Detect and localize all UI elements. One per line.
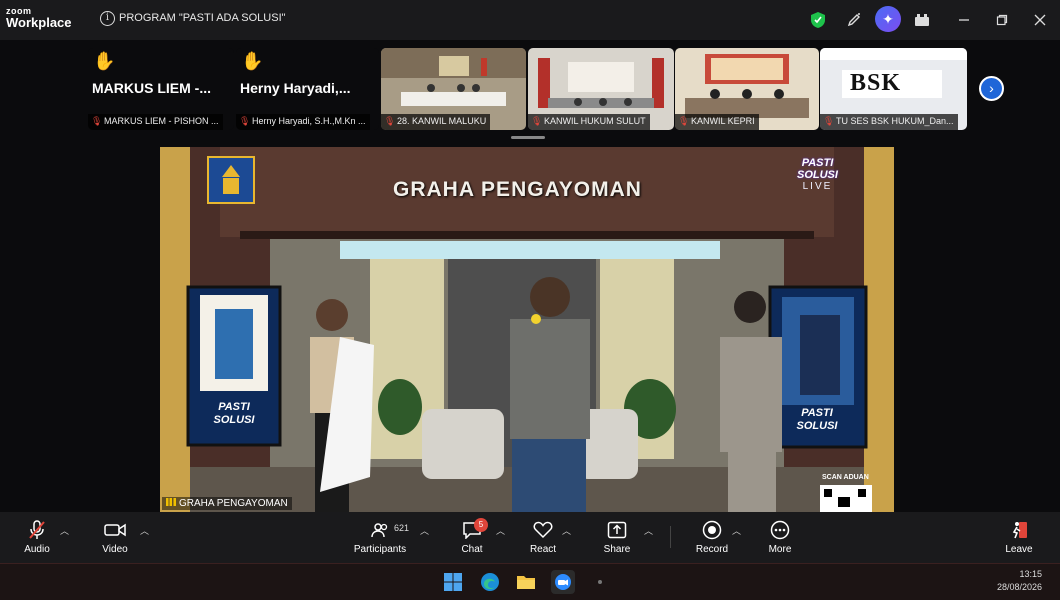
left-panel-line1: PASTI	[218, 401, 250, 413]
edge-browser-icon[interactable]	[478, 570, 502, 594]
show-logo: PASTI SOLUSI LIVE	[797, 157, 838, 193]
raised-hand-icon: ✋	[241, 51, 264, 71]
show-logo-line2: SOLUSI	[797, 169, 838, 181]
participant-name: Herny Haryadi,...	[240, 80, 351, 96]
participant-video-tile[interactable]: 🎙 KANWIL KEPRI	[675, 48, 819, 130]
video-options-caret[interactable]: ︿	[140, 524, 149, 537]
main-video[interactable]: GRAHA PENGAYOMAN PASTI SOLUSI LIVE PASTI…	[160, 147, 894, 512]
participants-count: 621	[394, 523, 410, 533]
show-logo-line3: LIVE	[802, 181, 833, 192]
toolbar-divider	[670, 526, 671, 548]
speaker-label: GRAHA PENGAYOMAN	[162, 497, 292, 510]
apps-icon[interactable]	[910, 8, 934, 32]
participant-name: MARKUS LIEM -...	[92, 80, 211, 96]
audio-label: Audio	[24, 544, 50, 555]
show-logo-line1: PASTI	[801, 157, 834, 169]
participant-video-tile[interactable]: BSK 🎙 TU SES BSK HUKUM_Dan...	[820, 48, 967, 130]
participant-video-tile[interactable]: 🎙 KANWIL HUKUM SULUT	[528, 48, 674, 130]
participants-label: Participants	[353, 544, 407, 555]
clock-time: 13:15	[1019, 569, 1042, 579]
info-icon[interactable]: i	[100, 11, 115, 26]
title-bar: zoom Workplace i PROGRAM "PASTI ADA SOLU…	[0, 0, 1060, 40]
minimize-icon[interactable]	[952, 8, 976, 32]
leave-button[interactable]: Leave	[984, 519, 1054, 555]
pen-icon[interactable]	[842, 8, 866, 32]
ai-companion-icon[interactable]: ✦	[875, 6, 901, 32]
react-label: React	[529, 544, 557, 555]
close-icon[interactable]	[1028, 8, 1052, 32]
meeting-title: PROGRAM "PASTI ADA SOLUSI"	[119, 12, 286, 24]
zoom-app-window: zoom Workplace i PROGRAM "PASTI ADA SOLU…	[0, 0, 1060, 563]
participant-video-tile[interactable]: 🎙 28. KANWIL MALUKU	[381, 48, 526, 130]
app-logo: zoom Workplace	[6, 7, 72, 30]
audio-options-caret[interactable]: ︿	[60, 524, 69, 537]
more-button[interactable]: More	[745, 519, 815, 555]
left-panel-line2: SOLUSI	[213, 414, 255, 426]
taskbar-app-icon[interactable]	[588, 570, 612, 594]
bsk-logo: BSK	[850, 70, 902, 96]
participant-tile[interactable]: ✋ MARKUS LIEM -... 🎙 MARKUS LIEM - PISHON…	[88, 48, 234, 130]
os-taskbar: 13:15 28/08/2026	[0, 563, 1060, 600]
leave-label: Leave	[1005, 544, 1033, 555]
meeting-toolbar: Audio ︿ Video ︿ Participants 621 ︿ Chat …	[0, 512, 1060, 563]
maximize-icon[interactable]	[990, 8, 1014, 32]
zoom-app-icon[interactable]	[551, 570, 575, 594]
strip-resize-handle[interactable]	[511, 136, 545, 139]
record-options-caret[interactable]: ︿	[732, 524, 741, 537]
video-label: Video	[102, 544, 128, 555]
share-options-caret[interactable]: ︿	[644, 524, 653, 537]
participant-label: 🎙 Herny Haryadi, S.H.,M.Kn ...	[236, 114, 370, 130]
windows-start-icon[interactable]	[441, 570, 465, 594]
right-panel-line2: SOLUSI	[796, 420, 838, 432]
right-panel-logo: PASTI SOLUSI	[784, 407, 850, 433]
chat-unread-badge: 5	[474, 518, 488, 532]
participant-label: 🎙 MARKUS LIEM - PISHON ...	[88, 114, 223, 130]
participant-label: 🎙 TU SES BSK HUKUM_Dan...	[820, 114, 958, 130]
stage-banner: GRAHA PENGAYOMAN	[393, 178, 642, 201]
share-screen-icon	[582, 519, 652, 541]
scan-label: SCAN ADUAN	[822, 474, 869, 481]
clock-date: 28/08/2026	[996, 582, 1042, 592]
record-label: Record	[695, 544, 729, 555]
shield-icon[interactable]	[806, 8, 830, 32]
next-page-button[interactable]: ›	[979, 76, 1004, 101]
more-icon	[745, 519, 815, 541]
share-label: Share	[603, 544, 631, 555]
leave-icon	[984, 519, 1054, 541]
chat-options-caret[interactable]: ︿	[496, 524, 505, 537]
more-label: More	[768, 544, 792, 555]
participant-label: 🎙 KANWIL KEPRI	[675, 114, 759, 130]
mic-muted-icon: 🎙	[384, 116, 396, 126]
chat-label: Chat	[461, 544, 483, 555]
participant-strip: ✋ MARKUS LIEM -... 🎙 MARKUS LIEM - PISHON…	[0, 40, 1060, 140]
raised-hand-icon: ✋	[93, 51, 116, 71]
participant-label: 🎙 28. KANWIL MALUKU	[381, 114, 491, 130]
mic-muted-icon: 🎙	[531, 116, 543, 126]
mic-muted-icon: 🎙	[678, 116, 690, 126]
react-options-caret[interactable]: ︿	[562, 524, 571, 537]
left-panel-logo: PASTI SOLUSI	[202, 401, 266, 427]
file-explorer-icon[interactable]	[514, 570, 538, 594]
right-panel-line1: PASTI	[801, 407, 833, 419]
signal-icon	[166, 498, 176, 506]
system-clock[interactable]: 13:15 28/08/2026	[997, 568, 1042, 594]
mic-muted-icon: 🎙	[239, 116, 251, 126]
share-button[interactable]: Share	[582, 519, 652, 555]
participant-label: 🎙 KANWIL HUKUM SULUT	[528, 114, 650, 130]
participant-tile[interactable]: ✋ Herny Haryadi,... 🎙 Herny Haryadi, S.H.…	[236, 48, 379, 130]
participants-options-caret[interactable]: ︿	[420, 524, 429, 537]
brand-bottom: Workplace	[6, 15, 72, 30]
mic-muted-icon: 🎙	[91, 116, 103, 126]
mic-muted-icon: 🎙	[823, 116, 835, 126]
